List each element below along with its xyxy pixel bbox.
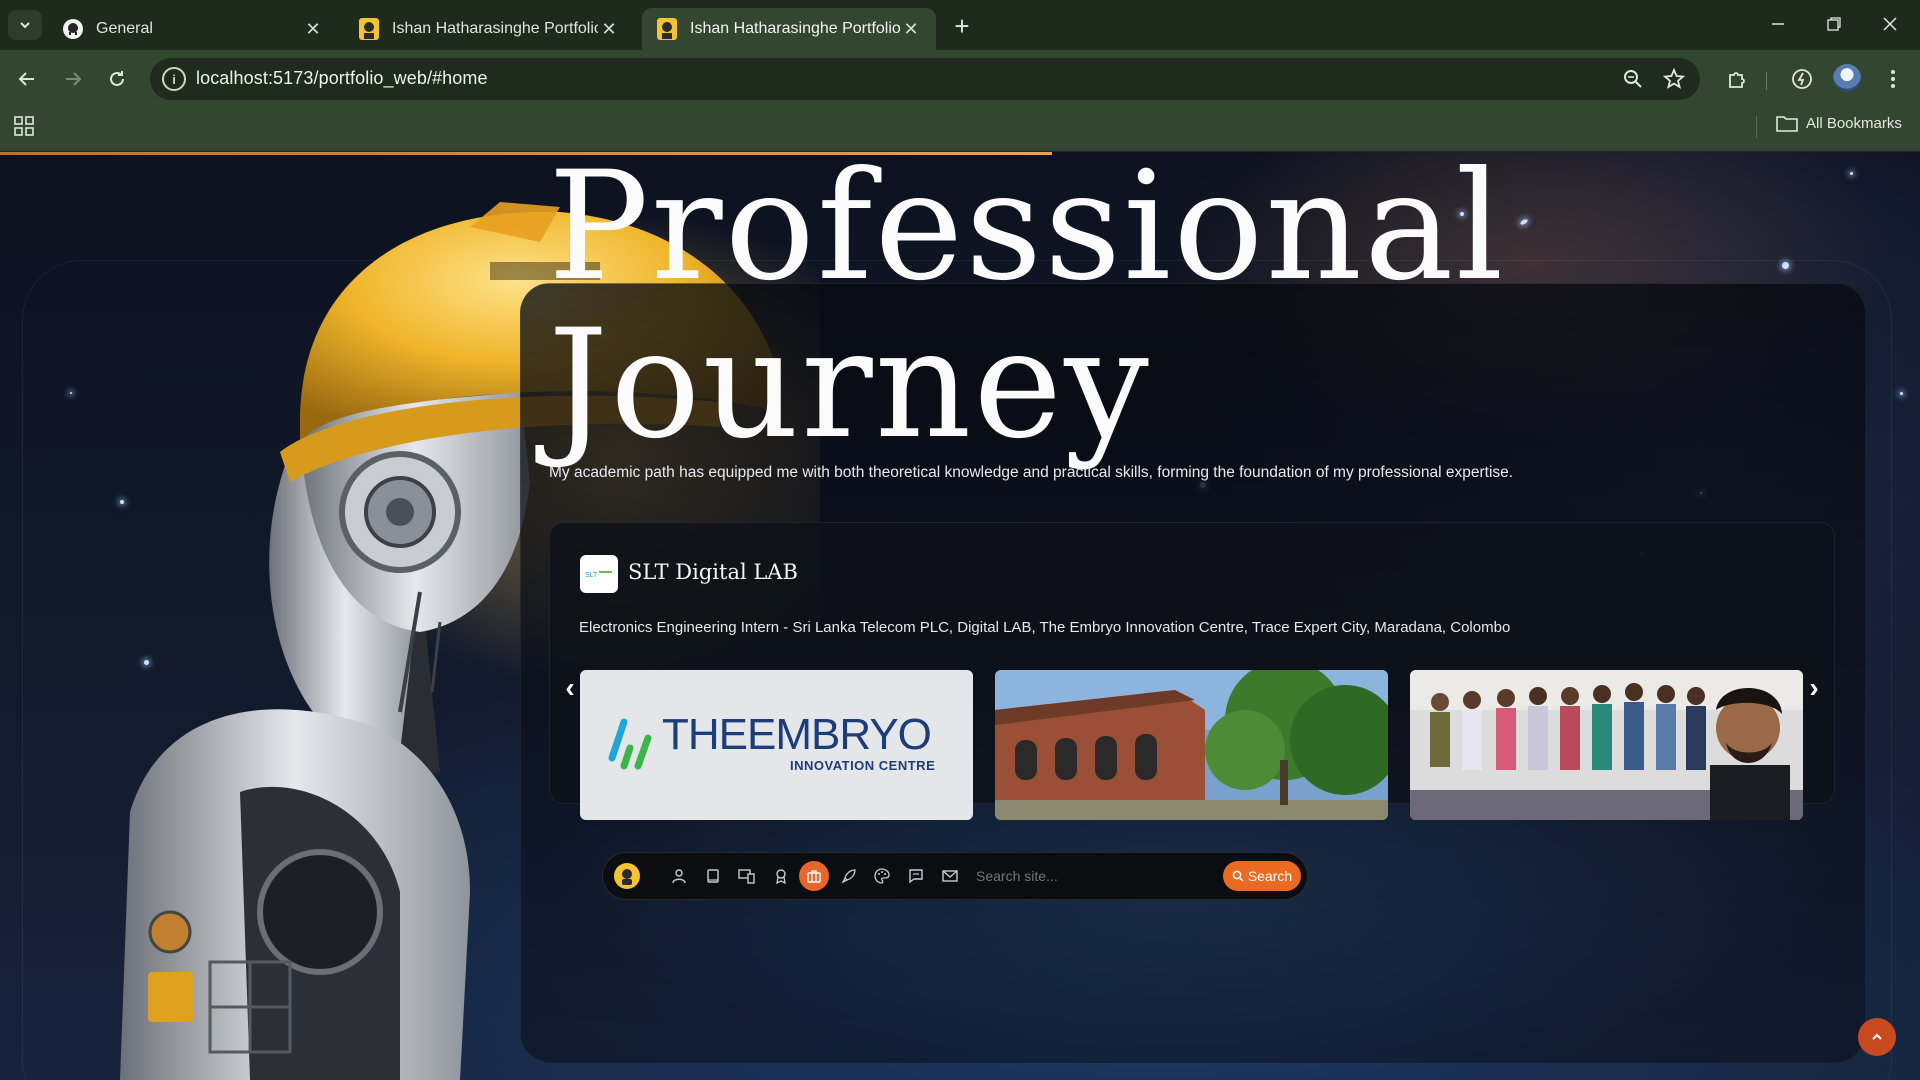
puzzle-icon <box>1729 72 1745 88</box>
embryo-tagline: INNOVATION CENTRE <box>790 758 936 773</box>
github-icon <box>62 18 84 40</box>
svg-text:SLT: SLT <box>585 572 598 579</box>
embryo-wordmark-text: THEEMBRYO <box>662 710 932 759</box>
building-photo <box>995 670 1388 820</box>
bookmarks-divider <box>1756 116 1757 138</box>
restore-button[interactable] <box>1814 8 1854 40</box>
close-window-button[interactable] <box>1870 8 1910 40</box>
role-description: Electronics Engineering Intern - Sri Lan… <box>579 619 1511 636</box>
forward-button[interactable] <box>56 62 90 96</box>
back-button[interactable] <box>10 62 44 96</box>
extensions-button[interactable] <box>1720 62 1754 96</box>
new-tab-button[interactable]: + <box>948 11 976 41</box>
browser-toolbar: i localhost:5173/portfolio_web/#home <box>0 50 1920 108</box>
mail-icon[interactable] <box>938 864 962 888</box>
chevron-down-icon <box>20 22 30 29</box>
company-name: SLT Digital LAB <box>628 560 798 584</box>
folder-icon <box>1776 116 1798 132</box>
chat-icon[interactable] <box>904 864 928 888</box>
tab-title: Ishan Hatharasinghe Portfolio <box>392 20 598 37</box>
company-logo: SLT <box>580 555 618 593</box>
award-icon[interactable] <box>769 864 793 888</box>
close-icon <box>1883 17 1897 31</box>
all-bookmarks-button[interactable]: All Bookmarks <box>1776 114 1902 132</box>
arrow-right-icon <box>66 72 82 86</box>
tab-bar: General ✕ Ishan Hatharasinghe Portfolio … <box>0 0 1920 50</box>
site-search-button[interactable]: Search <box>1223 861 1301 891</box>
restore-icon <box>1827 17 1841 31</box>
address-bar[interactable]: i localhost:5173/portfolio_web/#home <box>150 58 1700 100</box>
page-title-line2: Journey <box>548 298 1151 472</box>
close-icon[interactable]: ✕ <box>302 18 324 40</box>
carousel-slide-logo[interactable]: THEEMBRYO INNOVATION CENTRE <box>580 670 973 820</box>
performance-icon <box>1792 69 1812 89</box>
chevron-up-icon <box>1872 1033 1882 1040</box>
performance-button[interactable] <box>1785 62 1819 96</box>
page-title: Professional Journey <box>548 140 1506 472</box>
all-bookmarks-label: All Bookmarks <box>1806 114 1902 132</box>
bookmark-star-icon[interactable] <box>1661 66 1687 92</box>
tab-title: Ishan Hatharasinghe Portfolio <box>690 20 900 37</box>
profile-avatar[interactable] <box>1833 64 1861 92</box>
palette-icon[interactable] <box>870 864 894 888</box>
devices-icon[interactable] <box>735 864 759 888</box>
carousel-slide-team[interactable] <box>1410 670 1803 820</box>
url-text[interactable]: localhost:5173/portfolio_web/#home <box>196 68 488 89</box>
reload-icon <box>110 71 124 86</box>
close-icon[interactable]: ✕ <box>598 18 620 40</box>
page-title-line1: Professional <box>548 140 1506 314</box>
zoom-icon[interactable] <box>1620 66 1646 92</box>
apps-grid-icon[interactable] <box>14 116 34 136</box>
search-button-label: Search <box>1247 868 1293 884</box>
menu-button[interactable] <box>1876 62 1910 96</box>
team-photo <box>1410 670 1803 820</box>
tab-general[interactable]: General ✕ <box>48 8 338 50</box>
carousel-next-button[interactable]: › <box>1802 672 1826 704</box>
page-subtitle: My academic path has equipped me with bo… <box>549 464 1514 481</box>
tab-title: General <box>96 20 153 37</box>
search-icon <box>1232 870 1244 882</box>
embryo-wordmark: THEEMBRYO <box>662 710 932 760</box>
close-icon[interactable]: ✕ <box>900 18 922 40</box>
site-search-input[interactable] <box>976 861 1176 891</box>
person-icon[interactable] <box>667 864 691 888</box>
carousel-prev-button[interactable]: ‹ <box>558 672 582 704</box>
book-icon[interactable] <box>701 864 725 888</box>
reload-button[interactable] <box>100 62 134 96</box>
minimize-icon <box>1772 23 1784 25</box>
toolbar-divider <box>1766 72 1767 90</box>
arrow-left-icon <box>18 72 34 86</box>
tab-portfolio-2[interactable]: Ishan Hatharasinghe Portfolio ✕ <box>642 8 936 50</box>
briefcase-icon[interactable] <box>799 861 829 891</box>
tab-portfolio-1[interactable]: Ishan Hatharasinghe Portfolio ✕ <box>344 8 634 50</box>
carousel-slide-building[interactable] <box>995 670 1388 820</box>
kebab-menu-icon <box>1891 70 1895 88</box>
portfolio-favicon <box>656 18 678 40</box>
site-info-icon[interactable]: i <box>162 67 186 91</box>
tab-search-button[interactable] <box>8 10 42 40</box>
scroll-to-top-button[interactable] <box>1858 1018 1896 1056</box>
minimize-button[interactable] <box>1758 8 1798 40</box>
portfolio-favicon <box>358 18 380 40</box>
rocket-icon[interactable] <box>837 864 861 888</box>
avatar[interactable] <box>614 863 640 889</box>
